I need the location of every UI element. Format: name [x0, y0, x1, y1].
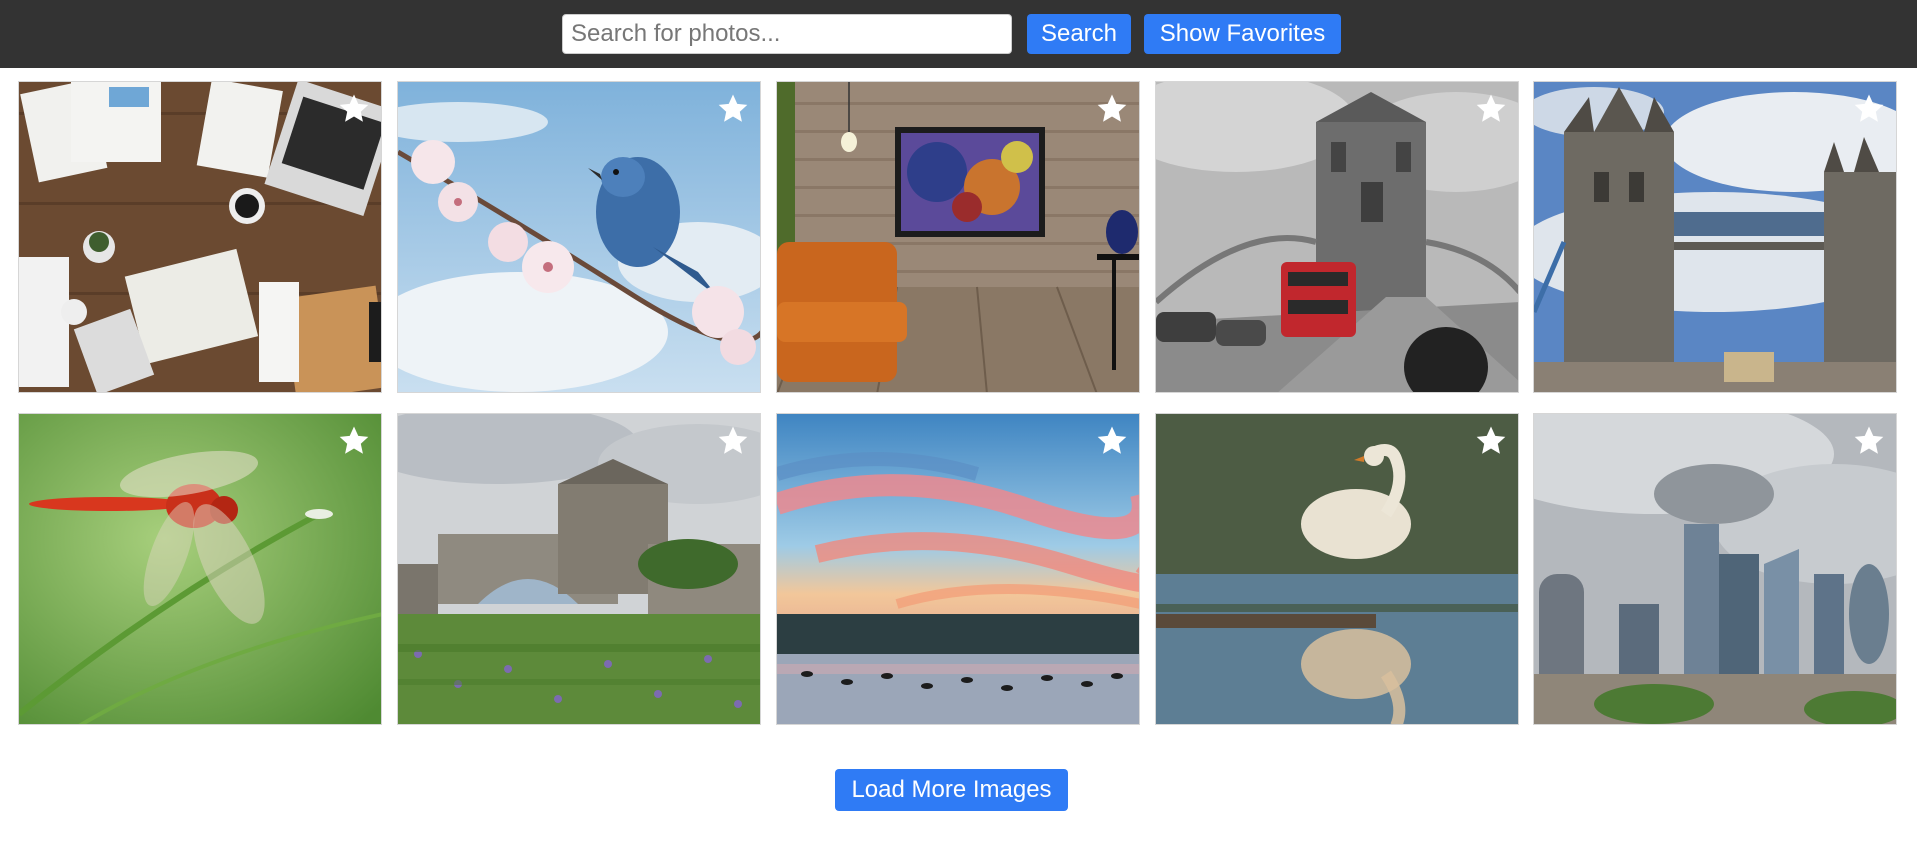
favorite-star-icon[interactable] [1474, 92, 1508, 126]
photo-card[interactable] [776, 81, 1140, 393]
photo-card[interactable] [1155, 413, 1519, 725]
photo-image [19, 414, 381, 724]
photo-image [1534, 82, 1896, 392]
photo-card[interactable] [18, 413, 382, 725]
favorite-star-icon[interactable] [1095, 92, 1129, 126]
photo-card[interactable] [18, 81, 382, 393]
favorite-star-icon[interactable] [337, 92, 371, 126]
photo-grid [0, 0, 1917, 760]
photo-image [777, 82, 1139, 392]
photo-image [777, 414, 1139, 724]
favorite-star-icon[interactable] [1852, 92, 1886, 126]
photo-image [398, 82, 760, 392]
photo-image [19, 82, 381, 392]
favorite-star-icon[interactable] [1852, 424, 1886, 458]
photo-image [1534, 414, 1896, 724]
photo-image [398, 414, 760, 724]
photo-card[interactable] [397, 81, 761, 393]
photo-image [1156, 414, 1518, 724]
photo-card[interactable] [397, 413, 761, 725]
favorite-star-icon[interactable] [716, 424, 750, 458]
photo-card[interactable] [1533, 81, 1897, 393]
favorite-star-icon[interactable] [1474, 424, 1508, 458]
photo-image [1156, 82, 1518, 392]
photo-card[interactable] [1533, 413, 1897, 725]
favorite-star-icon[interactable] [1095, 424, 1129, 458]
photo-card[interactable] [776, 413, 1140, 725]
favorite-star-icon[interactable] [716, 92, 750, 126]
favorite-star-icon[interactable] [337, 424, 371, 458]
load-more-button[interactable]: Load More Images [835, 769, 1068, 811]
photo-card[interactable] [1155, 81, 1519, 393]
